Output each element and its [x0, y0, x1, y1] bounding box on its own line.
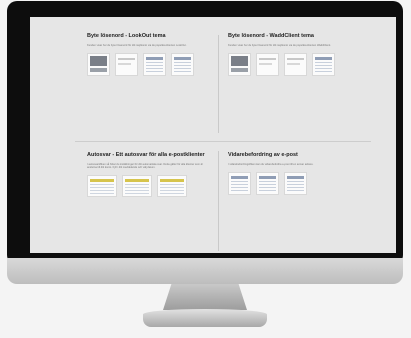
- thumbnail-list: [228, 52, 358, 76]
- monitor-chin: [7, 258, 403, 284]
- thumbnail[interactable]: [122, 175, 152, 198]
- section-description: Kunden visar hur du byter lösenord för d…: [87, 43, 187, 47]
- screen: Byte lösenord - LookOut tema Kunden visa…: [30, 17, 396, 253]
- section-description: I autosvarsfliken så hittar du inställni…: [87, 162, 203, 169]
- row-divider: [75, 141, 371, 142]
- monitor-stand: [163, 284, 247, 310]
- thumbnail[interactable]: [115, 52, 138, 76]
- thumbnail[interactable]: [87, 52, 110, 76]
- thumbnail[interactable]: [256, 171, 279, 195]
- thumbnail[interactable]: [312, 52, 335, 76]
- section-lookout: Byte lösenord - LookOut tema Kunden visa…: [87, 33, 207, 76]
- imac-monitor: Byte lösenord - LookOut tema Kunden visa…: [7, 1, 403, 265]
- thumbnail[interactable]: [87, 175, 117, 198]
- thumbnail-list: [228, 171, 358, 195]
- section-title: Byte lösenord - WaddClient tema: [228, 33, 314, 39]
- section-title: Byte lösenord - LookOut tema: [87, 33, 166, 39]
- section-waddclient: Byte lösenord - WaddClient tema Kunden v…: [228, 33, 358, 76]
- section-title: Vidarebefordring av e-post: [228, 152, 298, 158]
- thumbnail-list: [87, 175, 209, 198]
- thumbnail[interactable]: [228, 52, 251, 76]
- monitor-foot: [143, 309, 267, 327]
- thumbnail[interactable]: [171, 52, 194, 76]
- section-vidarebefordring: Vidarebefordring av e-post I vidarebefor…: [228, 152, 358, 195]
- thumbnail[interactable]: [228, 171, 251, 195]
- thumbnail[interactable]: [143, 52, 166, 76]
- column-divider: [218, 35, 219, 133]
- thumbnail[interactable]: [284, 171, 307, 195]
- section-title: Autosvar - Ett autosvar för alla e-postk…: [87, 152, 205, 158]
- thumbnail[interactable]: [256, 52, 279, 76]
- thumbnail-list: [87, 52, 207, 76]
- section-description: Kunden visar hur du byter lösenord för d…: [228, 43, 331, 47]
- section-autosvar: Autosvar - Ett autosvar för alla e-postk…: [87, 152, 209, 198]
- thumbnail[interactable]: [157, 175, 187, 198]
- section-description: I vidarebefordringsfliken kan du vidareb…: [228, 162, 314, 166]
- column-divider: [218, 151, 219, 251]
- thumbnail[interactable]: [284, 52, 307, 76]
